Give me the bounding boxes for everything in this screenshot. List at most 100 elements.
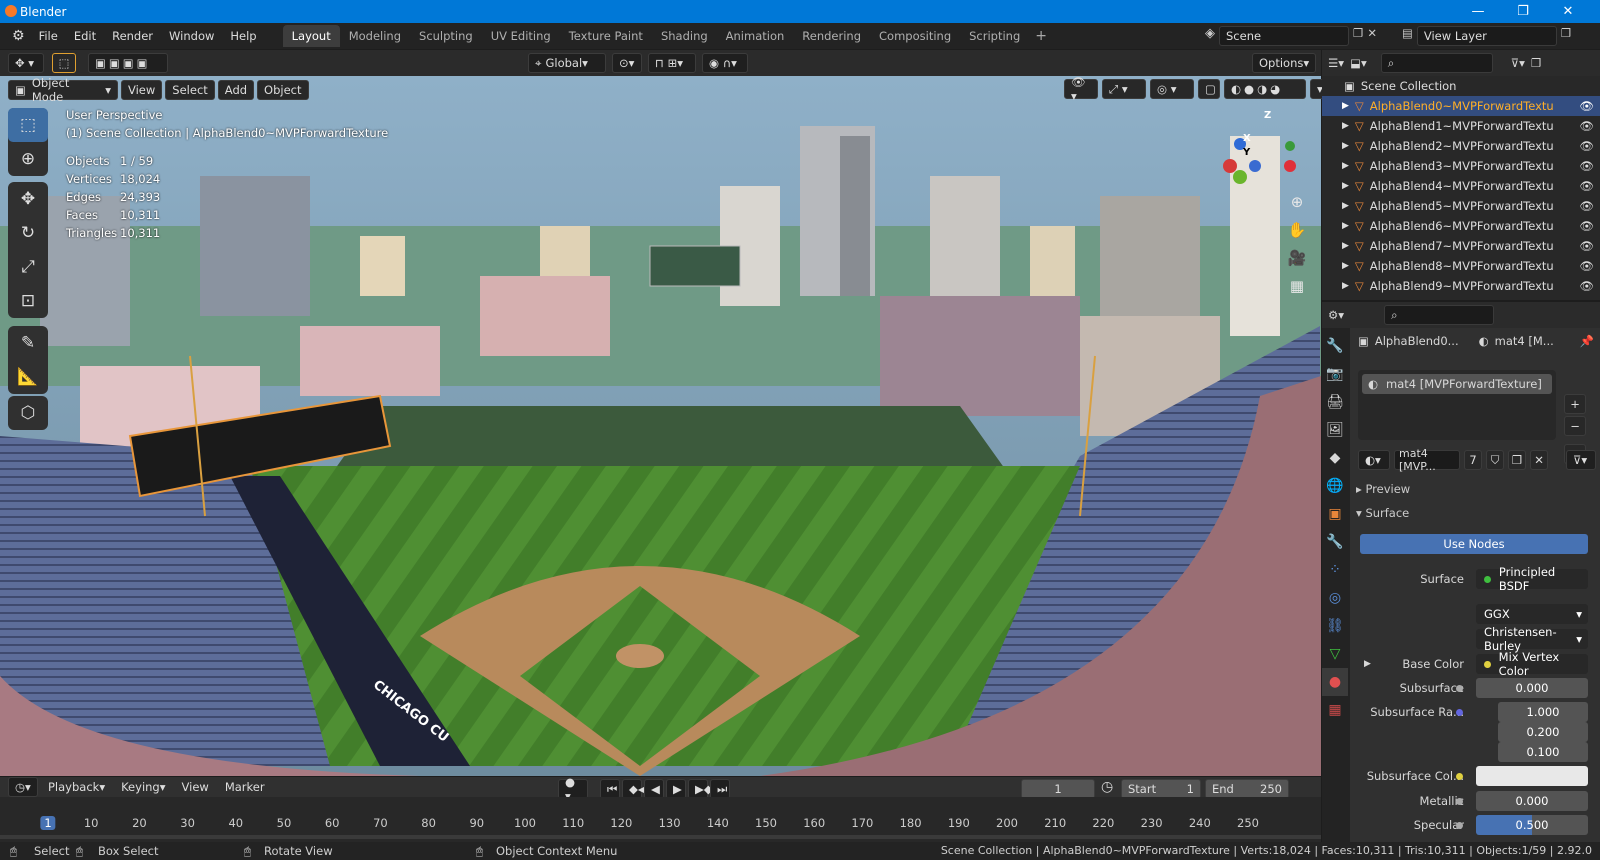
radius-x-value[interactable]: 1.000 — [1498, 702, 1588, 722]
overlay-toggle-icon[interactable]: ◎ ▾ — [1150, 79, 1194, 99]
menu-timeline-view[interactable]: View — [176, 777, 215, 797]
data-tab-icon[interactable]: ▽ — [1322, 640, 1348, 668]
gizmo-x-label[interactable]: X — [1243, 133, 1251, 144]
particles-tab-icon[interactable]: ⁘ — [1322, 556, 1348, 584]
close-button[interactable]: ✕ — [1545, 0, 1591, 23]
socket-icon[interactable] — [1456, 797, 1463, 805]
outliner-item[interactable]: ▶ ▽ AlphaBlend2~MVPForwardTextu 👁 — [1322, 136, 1600, 156]
timeline-ruler[interactable]: 1 10 20 30 40 50 60 70 80 90 100 110 120 130 140 150 160… — [0, 797, 1321, 842]
timeline-editor-icon[interactable]: ◷▾ — [8, 777, 38, 797]
material-users-count[interactable]: 7 — [1464, 450, 1482, 470]
remove-slot-button[interactable]: − — [1564, 416, 1586, 436]
view-layer-field[interactable]: View Layer — [1416, 26, 1557, 46]
surface-panel-header[interactable]: ▾ Surface — [1356, 506, 1596, 520]
pin-icon[interactable]: 📌 — [1580, 334, 1594, 348]
shading-mode-icons[interactable]: ◐●◑◕ — [1224, 79, 1306, 99]
outliner-type-icon[interactable]: ☰▾ — [1328, 56, 1344, 70]
eye-icon[interactable]: 👁 — [1579, 159, 1594, 173]
tab-layout[interactable]: Layout — [282, 25, 340, 47]
visibility-icon[interactable]: 👁▾ — [1064, 75, 1098, 103]
tab-uv-editing[interactable]: UV Editing — [482, 25, 560, 47]
menu-window[interactable]: Window — [161, 29, 222, 43]
tab-shading[interactable]: Shading — [652, 25, 717, 47]
duplicate-material-icon[interactable]: ❐ — [1508, 450, 1526, 470]
view-layer-tab-icon[interactable]: 🖼 — [1322, 416, 1348, 444]
preview-panel-header[interactable]: ▸ Preview — [1356, 482, 1596, 496]
gizmo-z-label[interactable]: Z — [1264, 110, 1271, 121]
link-icon[interactable]: ⊽▾ — [1566, 450, 1596, 470]
prev-keyframe-icon[interactable]: ◆◀ — [622, 779, 647, 799]
tab-animation[interactable]: Animation — [717, 25, 794, 47]
menu-help[interactable]: Help — [222, 29, 264, 43]
texture-tab-icon[interactable]: ▦ — [1322, 696, 1348, 724]
pivot-icon[interactable]: ⊙▾ — [612, 53, 642, 73]
outliner-scene-collection[interactable]: ▣ Scene Collection — [1322, 76, 1600, 96]
proportional-edit-icon[interactable]: ◉ ∩▾ — [702, 53, 748, 73]
add-workspace-icon[interactable]: + — [1035, 28, 1047, 44]
tab-sculpting[interactable]: Sculpting — [410, 25, 482, 47]
view-layer-icon[interactable]: ▤ — [1402, 26, 1413, 46]
eye-icon[interactable]: 👁 — [1579, 139, 1594, 153]
editor-type-button[interactable]: ✥ ▾ — [8, 53, 44, 73]
eye-icon[interactable]: 👁 — [1579, 99, 1594, 113]
output-tab-icon[interactable]: 🖨 — [1322, 388, 1348, 416]
socket-icon[interactable] — [1456, 821, 1463, 829]
play-icon[interactable]: ▶ — [666, 779, 686, 799]
minimize-button[interactable]: — — [1455, 0, 1501, 23]
outliner-item[interactable]: ▶ ▽ AlphaBlend0~MVPForwardTextu 👁 — [1322, 96, 1600, 116]
surface-shader-field[interactable]: Principled BSDF — [1476, 565, 1588, 593]
use-nodes-button[interactable]: Use Nodes — [1360, 534, 1588, 554]
material-name-field[interactable]: mat4 [MVP... — [1394, 447, 1460, 473]
socket-icon[interactable] — [1456, 772, 1463, 780]
eye-icon[interactable]: 👁 — [1579, 179, 1594, 193]
display-mode-icon[interactable]: ⬓▾ — [1350, 56, 1367, 70]
eye-icon[interactable]: 👁 — [1579, 119, 1594, 133]
object-mode-select[interactable]: ▣ Object Mode ▾ — [8, 76, 118, 104]
object-tab-icon[interactable]: ▣ — [1322, 500, 1348, 528]
menu-file[interactable]: File — [31, 29, 66, 43]
move-tool-icon[interactable]: ✥ — [8, 182, 48, 216]
rotate-tool-icon[interactable]: ↻ — [8, 216, 48, 250]
new-view-layer-icon[interactable]: ❐ — [1561, 26, 1571, 46]
selection-mode-icons[interactable]: ▣▣▣▣ — [88, 53, 168, 73]
expand-base-color-icon[interactable]: ▶ — [1364, 659, 1371, 669]
eye-icon[interactable]: 👁 — [1579, 279, 1594, 293]
timeline-scrollbar[interactable] — [0, 835, 1321, 839]
tab-texture-paint[interactable]: Texture Paint — [560, 25, 652, 47]
ortho-grid-icon[interactable]: ▦ — [1283, 272, 1311, 300]
blender-menu-icon[interactable]: ⚙ — [12, 28, 25, 44]
fake-user-icon[interactable]: ⛉ — [1486, 450, 1504, 470]
scale-tool-icon[interactable]: ⤢ — [8, 250, 48, 284]
radius-y-value[interactable]: 0.200 — [1498, 722, 1588, 742]
eye-icon[interactable]: 👁 — [1579, 239, 1594, 253]
pan-hand-icon[interactable]: ✋ — [1283, 216, 1311, 244]
record-icon[interactable]: ● ▾ — [558, 775, 588, 803]
select-tool-icon[interactable]: ⬚ — [8, 108, 48, 142]
add-slot-button[interactable]: + — [1564, 394, 1586, 414]
scene-field[interactable]: Scene — [1219, 26, 1349, 46]
snap-icon[interactable]: ⊓ ⊞▾ — [648, 53, 696, 73]
properties-search[interactable]: ⌕ — [1384, 305, 1495, 325]
subsurface-value[interactable]: 0.000 — [1476, 678, 1588, 698]
gizmo-toggle-icon[interactable]: ⤢ ▾ — [1102, 79, 1146, 99]
camera-view-icon[interactable]: 🎥 — [1283, 244, 1311, 272]
menu-view[interactable]: View — [121, 80, 163, 100]
menu-select[interactable]: Select — [165, 80, 215, 100]
outliner-item[interactable]: ▶ ▽ AlphaBlend7~MVPForwardTextu 👁 — [1322, 236, 1600, 256]
start-frame-field[interactable]: Start 1 — [1121, 779, 1201, 799]
base-color-field[interactable]: Mix Vertex Color — [1476, 650, 1588, 678]
transform-tool-icon[interactable]: ⊡ — [8, 284, 48, 318]
add-cube-tool-icon[interactable]: ⬡ — [8, 396, 48, 430]
jump-end-icon[interactable]: ⏭ — [710, 779, 730, 799]
distribution-select[interactable]: GGX ▾ — [1476, 604, 1588, 624]
jump-start-icon[interactable]: ⏮ — [600, 779, 620, 799]
outliner-search[interactable]: ⌕ — [1380, 53, 1493, 73]
annotate-tool-icon[interactable]: ✎ — [8, 326, 48, 360]
physics-tab-icon[interactable]: ◎ — [1322, 584, 1348, 612]
eye-icon[interactable]: 👁 — [1579, 219, 1594, 233]
metallic-value[interactable]: 0.000 — [1476, 791, 1588, 811]
delete-scene-icon[interactable]: ✕ — [1367, 26, 1377, 46]
outliner-item[interactable]: ▶ ▽ AlphaBlend6~MVPForwardTextu 👁 — [1322, 216, 1600, 236]
menu-object[interactable]: Object — [257, 80, 309, 100]
end-frame-field[interactable]: End 250 — [1205, 779, 1289, 799]
